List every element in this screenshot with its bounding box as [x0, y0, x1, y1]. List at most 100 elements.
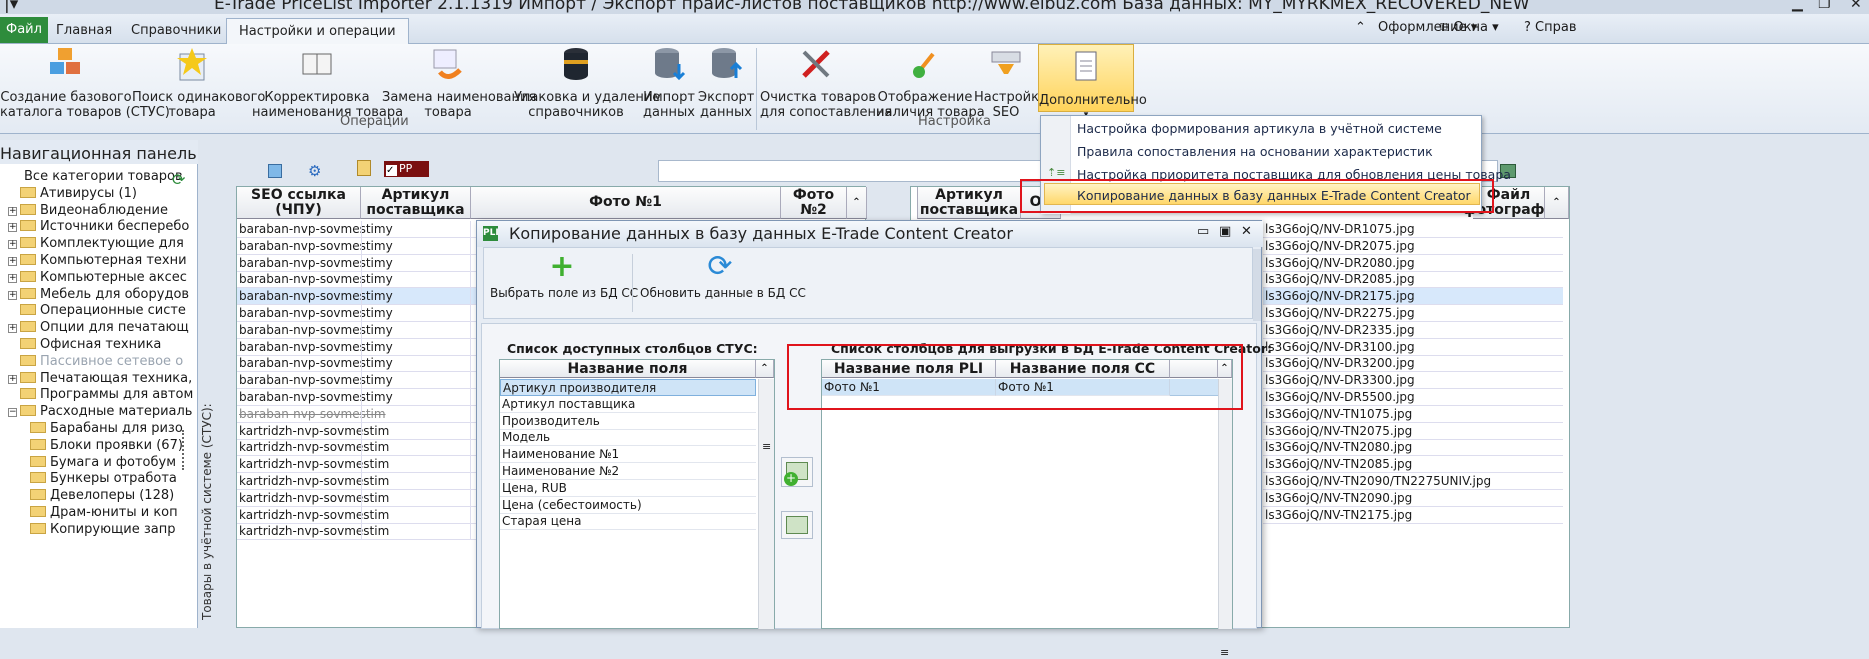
file-row[interactable]: ls3G6ojQ/NV-DR3300.jpg [1263, 372, 1563, 390]
menu-help[interactable]: ? Справ [1524, 20, 1577, 35]
left-scrollbar[interactable] [758, 379, 774, 629]
file-row[interactable]: ls3G6ojQ/NV-TN2075.jpg [1263, 423, 1563, 440]
tab-file[interactable]: Файл [0, 17, 48, 43]
file-row[interactable]: ls3G6ojQ/NV-DR2175.jpg [1263, 288, 1563, 306]
tree-item[interactable]: + Комплектующие для [8, 235, 184, 252]
file-row[interactable]: ls3G6ojQ/NV-TN2090/TN2275UNIV.jpg [1263, 473, 1563, 490]
tree-item[interactable]: +Ативирусы (1) [8, 185, 137, 202]
list-item[interactable]: Цена, RUB [500, 480, 756, 497]
tree-item[interactable]: Девелоперы (128) [30, 487, 174, 504]
r-scroll-up-icon[interactable]: ⌃ [1545, 187, 1569, 219]
tree-item[interactable]: Все категории товаров [24, 168, 183, 185]
tree-item[interactable]: + Опции для печатающ [8, 319, 189, 336]
expand-icon[interactable]: + [8, 240, 17, 250]
list-item[interactable]: Наименование №2 [500, 463, 756, 480]
col-supplier-sku[interactable]: Артикул поставщика [361, 187, 471, 219]
minimize-icon[interactable]: ▁ [1792, 0, 1803, 12]
file-row[interactable]: ls3G6ojQ/NV-DR2335.jpg [1263, 322, 1563, 339]
export-data-button[interactable]: Экспорт данных [698, 46, 754, 120]
tree-item[interactable]: Копирующие запр [30, 521, 175, 538]
file-row[interactable]: ls3G6ojQ/NV-TN2080.jpg [1263, 439, 1563, 457]
create-catalog-button[interactable]: Создание базового каталога товаров (СТУС… [0, 46, 170, 120]
list-item[interactable]: Модель [500, 429, 756, 447]
col-photo2[interactable]: Фото №2 [781, 187, 847, 219]
expand-icon[interactable]: + [8, 290, 17, 300]
checkbox-icon[interactable]: ✓ [386, 165, 397, 176]
maximize-icon[interactable]: ❐ [1818, 0, 1831, 12]
grid-tool-icon[interactable] [268, 164, 282, 178]
col-seo[interactable]: SEO ссылка (ЧПУ) [237, 187, 361, 219]
add-column-button[interactable]: + [781, 457, 813, 487]
tree-item[interactable]: Бумага и фотобум [30, 454, 176, 471]
additional-button[interactable]: Дополнительно▾ [1038, 44, 1147, 120]
folder-icon[interactable] [357, 160, 371, 176]
col-r-supplier-sku[interactable]: Артикул поставщика [917, 187, 1021, 219]
clear-products-button[interactable]: Очистка товаров для сопоставления [760, 46, 892, 120]
menu-item-matching-rules[interactable]: Правила сопоставления на основании харак… [1077, 144, 1433, 159]
find-same-product-button[interactable]: Поиск одинакового товара [132, 46, 265, 120]
seo-settings-button[interactable]: Настройка SEO [974, 46, 1047, 120]
dialog-restore-icon[interactable]: ▣ [1219, 224, 1231, 239]
tab-references[interactable]: Справочники [119, 18, 233, 44]
left-scroll-up-icon[interactable]: ⌃ [756, 360, 774, 378]
refresh-data-button[interactable]: ⟳ Обновить данные в БД CC [640, 248, 806, 318]
tree-item[interactable]: +Офисная техника [8, 336, 161, 353]
tab-settings-operations[interactable]: Настройки и операции [226, 18, 409, 44]
pack-delete-button[interactable]: Упаковка и удаление справочников [514, 46, 660, 120]
tree-item[interactable]: Бункеры отработа [30, 470, 177, 487]
tree-item[interactable]: +Операционные систе [8, 302, 186, 319]
expand-icon[interactable]: + [8, 206, 17, 216]
remove-column-button[interactable] [781, 511, 813, 539]
file-row[interactable]: ls3G6ojQ/NV-DR2275.jpg [1263, 305, 1563, 322]
tree-item[interactable]: − Расходные материаль [8, 403, 192, 420]
filter-chip[interactable]: ✓ PP [384, 161, 429, 177]
list-item[interactable]: Артикул производителя [500, 379, 756, 396]
tree-item[interactable]: + Видеонаблюдение [8, 202, 168, 219]
right-grip-icon[interactable]: ≡ [1220, 646, 1229, 659]
col-photo1[interactable]: Фото №1 [471, 187, 781, 219]
menu-item-sku-format[interactable]: Настройка формирования артикула в учётно… [1077, 121, 1442, 136]
correct-name-button[interactable]: Корректировка наименования товара [252, 46, 403, 120]
file-row[interactable]: ls3G6ojQ/NV-TN2090.jpg [1263, 490, 1563, 507]
tree-item[interactable]: Барабаны для ризо [30, 420, 183, 437]
left-col-header[interactable]: Название поля [500, 360, 756, 378]
import-data-button[interactable]: Импорт данных [640, 46, 698, 120]
expand-icon[interactable]: + [8, 223, 17, 233]
list-item[interactable]: Производитель [500, 413, 756, 430]
file-row[interactable]: ls3G6ojQ/NV-TN2085.jpg [1263, 456, 1563, 474]
app-menu-icon[interactable]: |▾ [4, 0, 18, 14]
tree-item[interactable]: + Компьютерные аксес [8, 269, 187, 286]
file-row[interactable]: ls3G6ojQ/NV-DR3200.jpg [1263, 355, 1563, 373]
list-item[interactable]: Цена (себестоимость) [500, 497, 756, 514]
file-row[interactable]: ls3G6ojQ/NV-DR2080.jpg [1263, 255, 1563, 272]
replace-name-button[interactable]: Замена наименования товара [382, 46, 536, 120]
list-item[interactable]: Артикул поставщика [500, 396, 756, 413]
scroll-up-icon[interactable]: ⌃ [847, 187, 867, 219]
hierarchy-icon[interactable]: ⚙ [308, 162, 321, 180]
file-row[interactable]: ls3G6ojQ/NV-TN2175.jpg [1263, 507, 1563, 524]
grip-icon[interactable]: ≡ [762, 440, 771, 453]
dialog-minimize-icon[interactable]: ▭ [1197, 224, 1209, 239]
tree-item[interactable]: + Компьютерная техни [8, 252, 187, 269]
file-row[interactable]: ls3G6ojQ/NV-DR1075.jpg [1263, 221, 1563, 238]
list-item[interactable]: Наименование №1 [500, 446, 756, 464]
file-row[interactable]: ls3G6ojQ/NV-DR2075.jpg [1263, 238, 1563, 255]
right-scrollbar[interactable] [1218, 379, 1232, 629]
collapse-icon[interactable]: − [8, 408, 17, 418]
list-item[interactable]: Старая цена [500, 513, 756, 531]
tree-item[interactable]: + Мебель для оборудов [8, 286, 189, 303]
splitter-handle[interactable] [182, 430, 186, 470]
show-availability-button[interactable]: Отображение наличия товара [876, 46, 985, 120]
tree-item[interactable]: Блоки проявки (67) [30, 437, 183, 454]
expand-icon[interactable]: + [8, 273, 17, 283]
expand-icon[interactable]: + [8, 257, 17, 266]
menu-windows[interactable]: ⧉ Окна ▾ [1440, 20, 1499, 35]
tree-item[interactable]: + Источники бесперебо [8, 218, 189, 235]
file-row[interactable]: ls3G6ojQ/NV-TN1075.jpg [1263, 406, 1563, 423]
tree-item[interactable]: +Пассивное сетевое о [8, 353, 183, 370]
tree-item[interactable]: + Печатающая техника, [8, 370, 192, 387]
chevron-up-icon[interactable]: ⌃ [1355, 20, 1366, 35]
tab-home[interactable]: Главная [44, 18, 124, 44]
tree-item[interactable]: Драм-юниты и коп [30, 504, 178, 521]
tree-item[interactable]: +Программы для автом [8, 386, 193, 403]
